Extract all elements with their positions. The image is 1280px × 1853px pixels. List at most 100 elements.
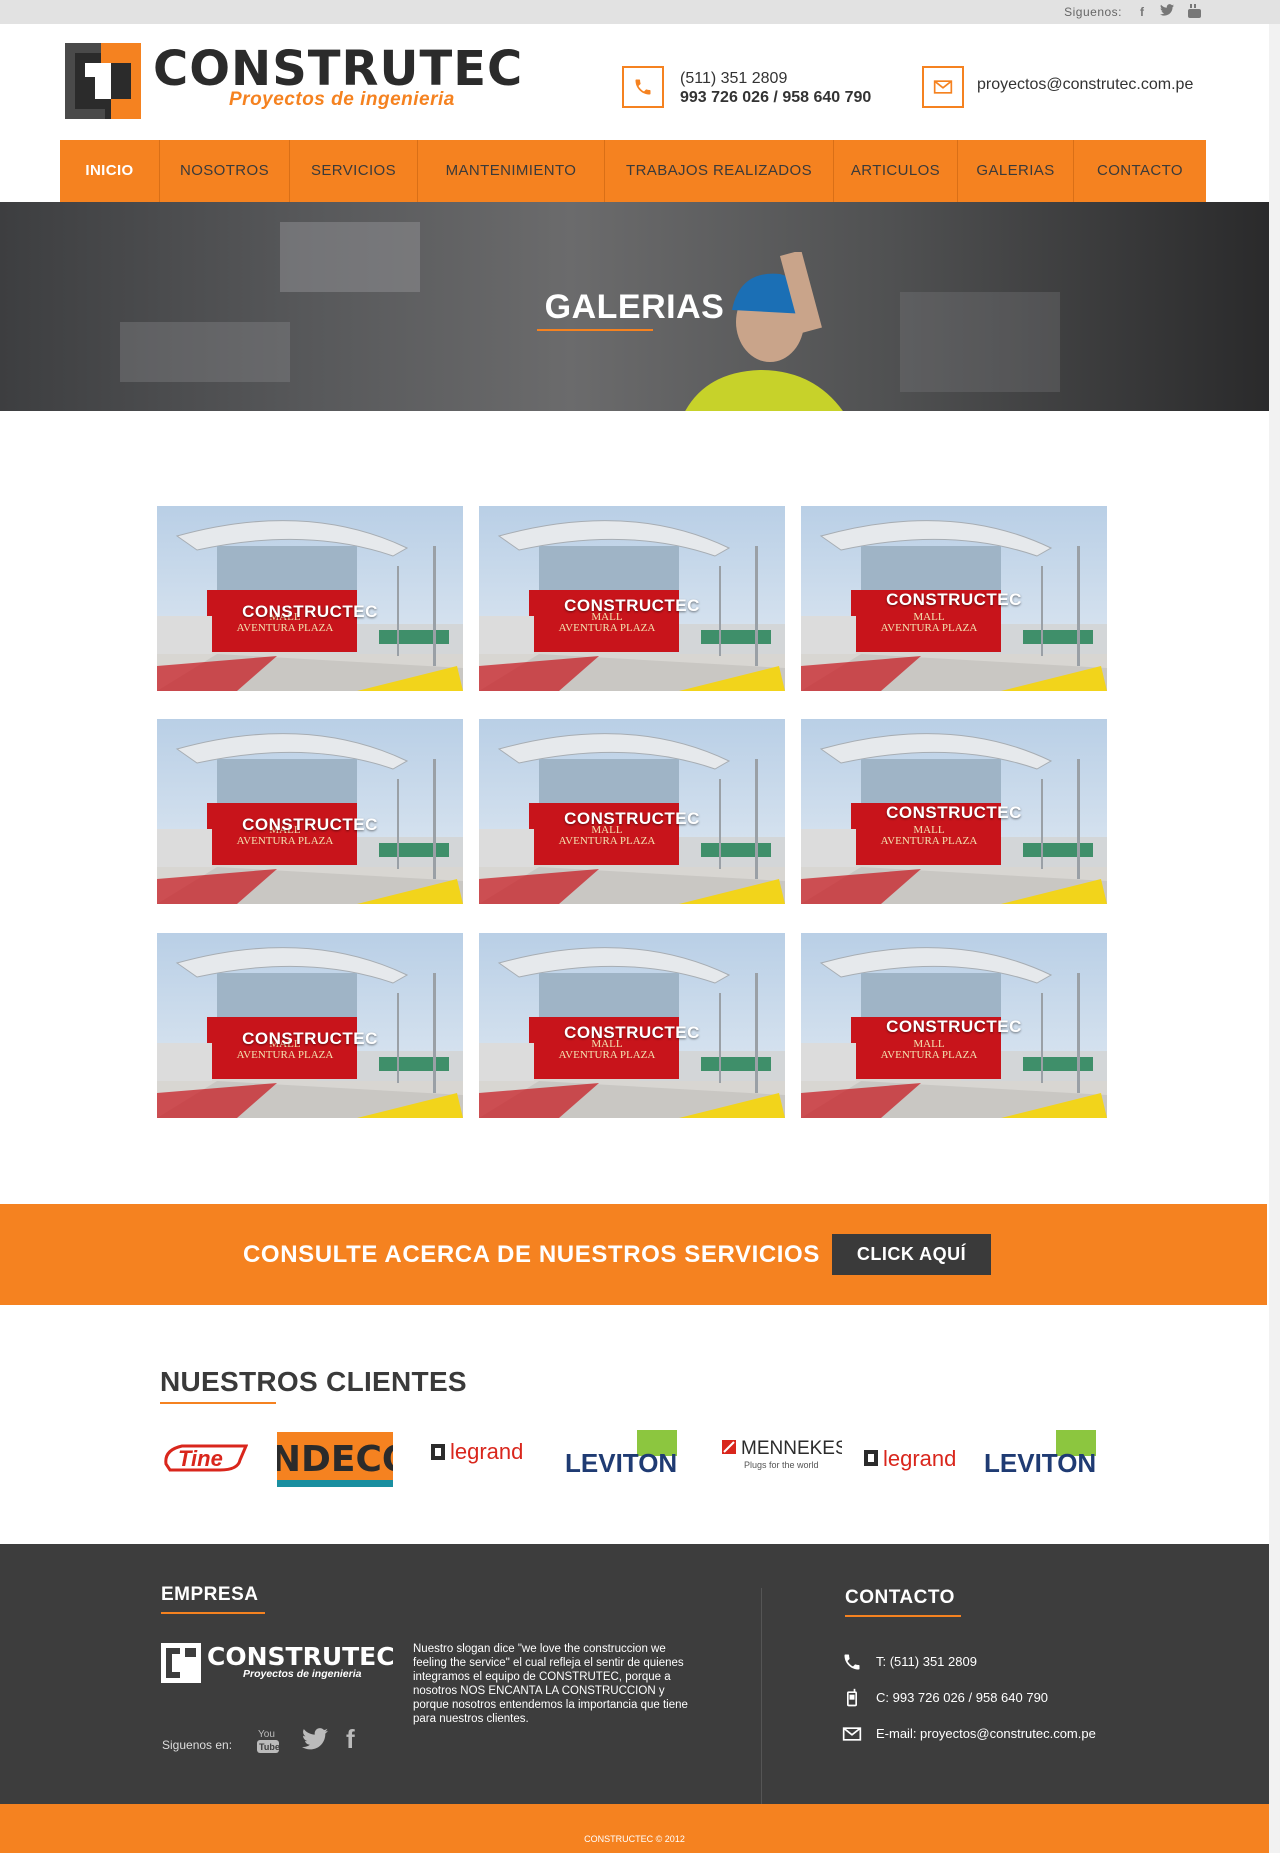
facebook-icon[interactable]: f xyxy=(346,1724,355,1755)
nav-item-contacto[interactable]: CONTACTO xyxy=(1074,140,1206,202)
svg-text:You: You xyxy=(258,1729,275,1740)
footer-empresa-underline xyxy=(161,1612,265,1614)
gallery-caption: CONSTRUCTEC xyxy=(242,602,378,621)
gallery-caption: CONSTRUCTEC xyxy=(564,1023,700,1042)
footer-brand-name: CONSTRUTEC xyxy=(207,1642,395,1671)
mall-sign-line2: AVENTURA PLAZA xyxy=(559,1049,656,1061)
client-logo-text: legrand xyxy=(450,1439,523,1464)
gallery-caption: CONSTRUCTEC xyxy=(886,803,1022,822)
client-logo-indeco[interactable]: INDECO xyxy=(257,1428,413,1488)
gallery-caption: CONSTRUCTEC xyxy=(242,1029,378,1048)
mall-sign-line2: AVENTURA PLAZA xyxy=(237,835,334,847)
footer-contacto-underline xyxy=(845,1615,961,1617)
svg-text:Tube: Tube xyxy=(259,1742,280,1752)
client-logo-legrand-2[interactable]: legrand xyxy=(864,1428,960,1488)
mall-sign-line2: AVENTURA PLAZA xyxy=(881,622,978,634)
footer-cell-row: C: 993 726 026 / 958 640 790 xyxy=(842,1688,1222,1708)
client-logo-subtext: Plugs for the world xyxy=(744,1460,819,1470)
envelope-icon xyxy=(933,80,953,94)
cta-text: CONSULTE ACERCA DE NUESTROS SERVICIOS xyxy=(243,1241,820,1268)
worker-image xyxy=(685,252,843,411)
client-logo-tine[interactable]: Tine xyxy=(160,1428,249,1488)
gallery-caption: CONSTRUCTEC xyxy=(242,815,378,834)
header-email[interactable]: proyectos@construtec.com.pe xyxy=(977,76,1193,94)
clients-title: NUESTROS CLIENTES xyxy=(160,1366,467,1397)
footer-cell[interactable]: C: 993 726 026 / 958 640 790 xyxy=(876,1690,1048,1705)
gallery-thumbnail[interactable]: MALL AVENTURA PLAZA CONSTRUCTEC xyxy=(157,719,463,904)
twitter-icon[interactable] xyxy=(1159,4,1175,20)
envelope-icon xyxy=(842,1727,862,1741)
gallery-thumbnail[interactable]: MALL AVENTURA PLAZA CONSTRUCTEC xyxy=(801,506,1107,691)
hero-banner: GALERIAS xyxy=(0,202,1269,411)
copyright-text: CONSTRUCTEC © 2012 xyxy=(584,1834,685,1844)
footer-divider xyxy=(761,1588,762,1806)
footer-contacto-title: CONTACTO xyxy=(845,1587,955,1608)
cta-banner: CONSULTE ACERCA DE NUESTROS SERVICIOS CL… xyxy=(0,1204,1267,1305)
gallery-thumbnail[interactable]: MALL AVENTURA PLAZA CONSTRUCTEC xyxy=(801,719,1107,904)
gallery-caption: CONSTRUCTEC xyxy=(886,590,1022,609)
youtube-icon[interactable]: You Tube xyxy=(256,1726,280,1759)
footer-logo-mark-icon xyxy=(161,1643,201,1683)
brand-tagline: Proyectos de ingenieria xyxy=(229,89,455,110)
brand-logo[interactable]: CONSTRUTEC Proyectos de ingenieria xyxy=(65,41,522,119)
client-logo-leviton-2[interactable]: LEVITON xyxy=(984,1428,1096,1488)
header-phone-1[interactable]: (511) 351 2809 xyxy=(680,69,871,88)
nav-item-mantenimiento[interactable]: MANTENIMIENTO xyxy=(418,140,605,202)
phone-icon xyxy=(844,1654,860,1670)
cta-button[interactable]: CLICK AQUÍ xyxy=(832,1234,991,1275)
footer-email-row: E-mail: proyectos@construtec.com.pe xyxy=(842,1724,1222,1744)
facebook-icon[interactable]: f xyxy=(1134,4,1150,20)
nav-item-articulos[interactable]: ARTICULOS xyxy=(834,140,958,202)
nav-item-trabajos-realizados[interactable]: TRABAJOS REALIZADOS xyxy=(605,140,834,202)
mall-sign-line2: AVENTURA PLAZA xyxy=(559,835,656,847)
nav-item-servicios[interactable]: SERVICIOS xyxy=(290,140,418,202)
footer-empresa-title: EMPRESA xyxy=(161,1584,259,1605)
mall-photo: MALLAVENTURA PLAZA xyxy=(157,933,463,1118)
logo-mark-icon xyxy=(65,43,141,119)
mall-sign-line2: AVENTURA PLAZA xyxy=(881,835,978,847)
client-logo-legrand[interactable]: legrand xyxy=(431,1428,531,1488)
footer-logo[interactable]: CONSTRUTEC Proyectos de ingenieria xyxy=(161,1642,395,1683)
main-nav: INICIO NOSOTROS SERVICIOS MANTENIMIENTO … xyxy=(60,140,1206,202)
email-box xyxy=(922,66,964,108)
client-logo-text: INDECO xyxy=(277,1439,393,1480)
gallery-thumbnail[interactable]: MALL AVENTURA PLAZA CONSTRUCTEC xyxy=(801,933,1107,1118)
client-logo-text: MENNEKES xyxy=(741,1438,842,1459)
client-logo-text: legrand xyxy=(883,1446,956,1471)
youtube-icon[interactable] xyxy=(1186,4,1202,20)
header-phone-2[interactable]: 993 726 026 / 958 640 790 xyxy=(680,88,871,107)
nav-item-galerias[interactable]: GALERIAS xyxy=(958,140,1074,202)
mall-sign-line2: AVENTURA PLAZA xyxy=(237,622,334,634)
client-logo-leviton[interactable]: LEVITON xyxy=(565,1428,677,1488)
footer-brand-tagline: Proyectos de ingenieria xyxy=(243,1668,362,1680)
gallery-thumbnail[interactable]: MALL AVENTURA PLAZA CONSTRUCTEC xyxy=(479,506,785,691)
mall-sign-line2: AVENTURA PLAZA xyxy=(881,1049,978,1061)
nav-item-nosotros[interactable]: NOSOTROS xyxy=(160,140,290,202)
client-logo-text: Tine xyxy=(178,1446,223,1471)
gallery-caption: CONSTRUCTEC xyxy=(886,1017,1022,1036)
footer-description: Nuestro slogan dice "we love the constru… xyxy=(413,1643,688,1725)
mall-photo: MALLAVENTURA PLAZA xyxy=(157,719,463,904)
client-logo-text: LEVITON xyxy=(565,1448,677,1478)
gallery-caption: CONSTRUCTEC xyxy=(564,596,700,615)
mall-photo: MALLAVENTURA PLAZA xyxy=(157,506,463,691)
footer-email[interactable]: E-mail: proyectos@construtec.com.pe xyxy=(876,1726,1096,1741)
gallery-thumbnail[interactable]: MALL AVENTURA PLAZA CONSTRUCTEC xyxy=(157,933,463,1118)
client-logo-mennekes[interactable]: MENNEKES Plugs for the world xyxy=(722,1428,848,1488)
gallery-thumbnail[interactable]: MALL AVENTURA PLAZA CONSTRUCTEC xyxy=(479,719,785,904)
site-footer: EMPRESA CONSTRUTEC Proyectos de ingenier… xyxy=(0,1544,1269,1806)
mall-sign-line2: AVENTURA PLAZA xyxy=(559,622,656,634)
copyright-bar: CONSTRUCTEC © 2012 xyxy=(0,1804,1269,1853)
gallery-thumbnail[interactable]: MALL AVENTURA PLAZA CONSTRUCTEC xyxy=(479,933,785,1118)
footer-phone[interactable]: T: (511) 351 2809 xyxy=(876,1654,977,1669)
top-bar: Siguenos: f xyxy=(0,0,1280,24)
gallery-caption: CONSTRUCTEC xyxy=(564,809,700,828)
twitter-icon[interactable] xyxy=(302,1728,328,1755)
mall-sign-line2: AVENTURA PLAZA xyxy=(237,1049,334,1061)
hero-title: GALERIAS xyxy=(544,288,725,326)
hero-title-underline xyxy=(537,329,653,331)
phone-box xyxy=(622,66,664,108)
nav-item-inicio[interactable]: INICIO xyxy=(60,140,160,202)
gallery-thumbnail[interactable]: MALL AVENTURA PLAZA CONSTRUCTEC xyxy=(157,506,463,691)
scrollbar[interactable] xyxy=(1269,24,1280,1853)
